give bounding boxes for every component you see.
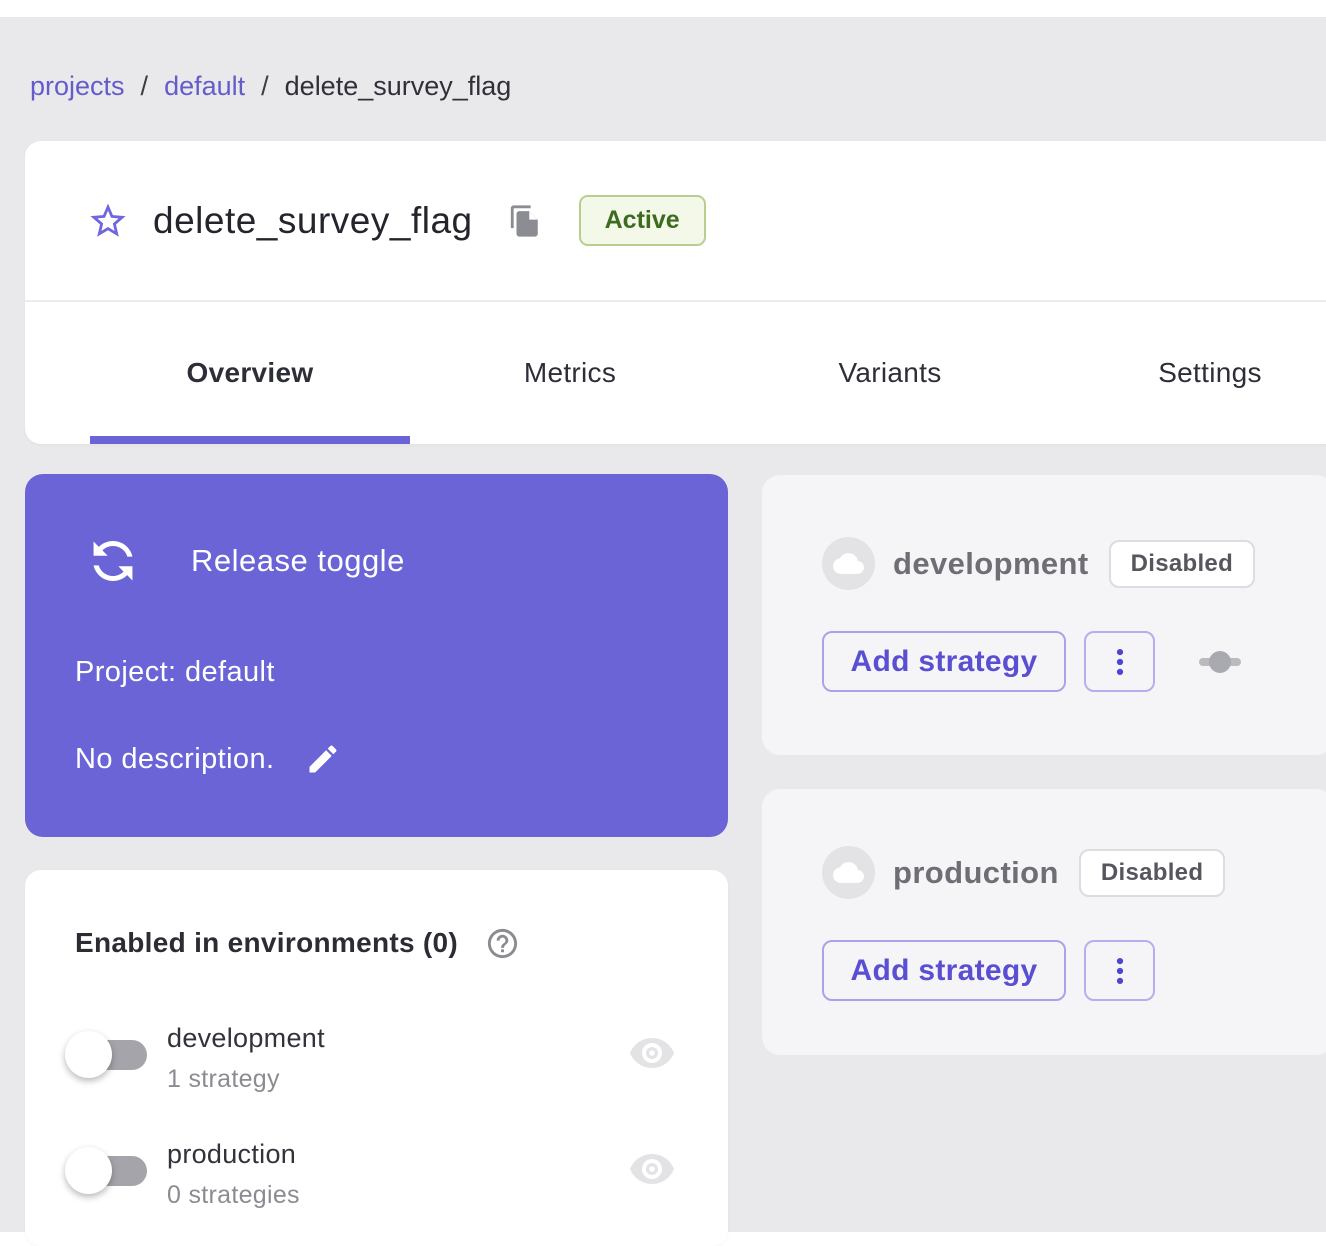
panel-environment-name: production	[893, 855, 1059, 891]
status-badge: Active	[579, 195, 706, 246]
page-title: delete_survey_flag	[153, 200, 473, 242]
environment-panel-production: production Disabled Add strategy	[762, 789, 1326, 1055]
environment-toggle-development[interactable]	[65, 1029, 149, 1081]
tab-variants[interactable]: Variants	[730, 302, 1050, 444]
panel-environment-name: development	[893, 546, 1089, 582]
breadcrumb-separator: /	[141, 71, 149, 102]
environment-avatar	[822, 846, 875, 899]
tab-overview[interactable]: Overview	[90, 302, 410, 444]
kebab-menu-icon	[1103, 645, 1137, 679]
rollout-slider-icon	[1197, 647, 1243, 677]
environment-avatar	[822, 537, 875, 590]
environments-heading: Enabled in environments (0)	[75, 927, 458, 959]
kebab-menu-icon	[1103, 954, 1137, 988]
copy-name-button[interactable]	[507, 203, 543, 239]
breadcrumb-separator: /	[261, 71, 269, 102]
active-tab-indicator	[90, 436, 410, 444]
eye-icon	[628, 1154, 676, 1188]
disabled-badge: Disabled	[1109, 540, 1255, 588]
favorite-button[interactable]	[87, 200, 129, 242]
cloud-icon	[833, 548, 864, 579]
panel-actions: Add strategy	[822, 631, 1243, 692]
edit-description-button[interactable]	[304, 740, 342, 778]
copy-name-icon	[508, 204, 542, 238]
environment-panel-development: development Disabled Add strategy	[762, 475, 1326, 755]
project-label: Project: default	[75, 656, 275, 689]
environments-header: Enabled in environments (0)	[75, 925, 520, 961]
environment-name: development	[167, 1023, 325, 1054]
panel-actions: Add strategy	[822, 940, 1155, 1001]
panel-header: production Disabled	[822, 846, 1225, 899]
breadcrumb-link-default[interactable]: default	[164, 71, 245, 102]
strategy-count: 1 strategy	[167, 1065, 280, 1094]
breadcrumb-current: delete_survey_flag	[285, 71, 512, 102]
panel-header: development Disabled	[822, 537, 1255, 590]
environments-card: Enabled in environments (0) development …	[25, 870, 728, 1246]
release-toggle-header: Release toggle	[83, 529, 405, 593]
sync-loop-icon	[71, 519, 156, 604]
environment-toggle-production[interactable]	[65, 1145, 149, 1197]
flag-header-card: delete_survey_flag Active Overview Metri…	[25, 141, 1326, 444]
environment-name: production	[167, 1139, 296, 1170]
star-outline-icon	[87, 200, 129, 242]
breadcrumb-link-projects[interactable]: projects	[30, 71, 125, 102]
disabled-badge: Disabled	[1079, 849, 1225, 897]
question-circle-icon	[485, 926, 520, 961]
release-toggle-card: Release toggle Project: default No descr…	[25, 474, 728, 837]
tab-metrics[interactable]: Metrics	[410, 302, 730, 444]
tab-settings[interactable]: Settings	[1050, 302, 1326, 444]
tab-bar: Overview Metrics Variants Settings	[90, 302, 1326, 444]
eye-icon	[628, 1038, 676, 1072]
flag-title-row: delete_survey_flag Active	[25, 141, 1326, 300]
add-strategy-button[interactable]: Add strategy	[822, 631, 1066, 692]
add-strategy-button[interactable]: Add strategy	[822, 940, 1066, 1001]
environment-row-production: production 0 strategies	[25, 1131, 728, 1241]
strategy-count: 0 strategies	[167, 1181, 300, 1210]
more-options-button[interactable]	[1084, 940, 1155, 1001]
description-label: No description.	[75, 743, 274, 776]
help-button[interactable]	[484, 925, 520, 961]
cloud-icon	[833, 857, 864, 888]
release-type-label: Release toggle	[191, 543, 405, 579]
description-row: No description.	[75, 740, 342, 778]
environment-row-development: development 1 strategy	[25, 1015, 728, 1125]
visibility-eye-button[interactable]	[628, 1038, 676, 1072]
page-background: projects / default / delete_survey_flag …	[0, 17, 1326, 1232]
more-options-button[interactable]	[1084, 631, 1155, 692]
pencil-icon	[305, 741, 341, 777]
toggle-knob	[65, 1031, 112, 1078]
visibility-eye-button[interactable]	[628, 1154, 676, 1188]
toggle-knob	[65, 1147, 112, 1194]
breadcrumb: projects / default / delete_survey_flag	[30, 71, 511, 102]
